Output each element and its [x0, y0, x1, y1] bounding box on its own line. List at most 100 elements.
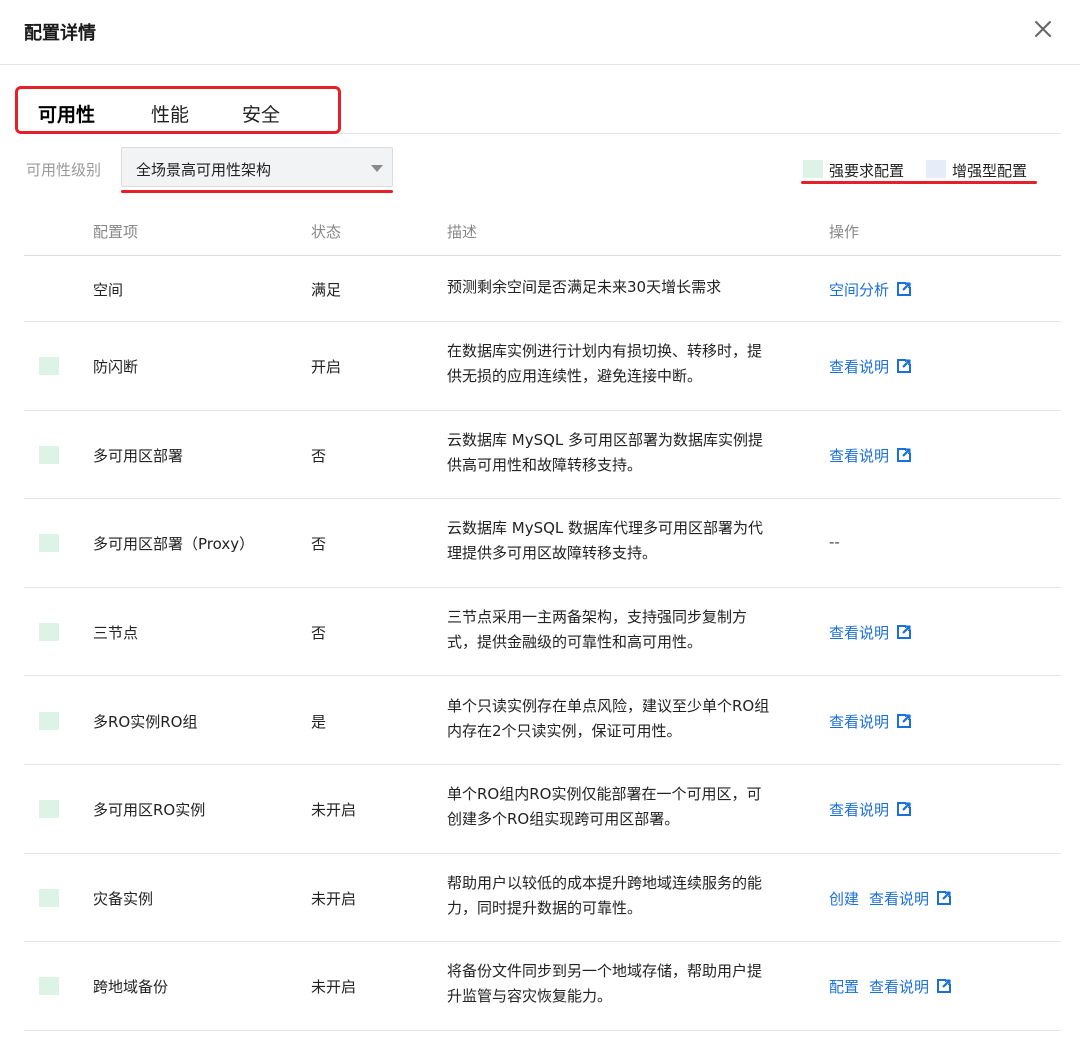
legend: 强要求配置 增强型配置 [0, 158, 1080, 180]
config-status: 否 [311, 624, 327, 643]
legend-swatch-enhanced [926, 160, 946, 178]
config-status: 是 [311, 712, 327, 731]
required-config-swatch [39, 711, 59, 730]
required-config-swatch [39, 977, 59, 996]
table-row: 三节点 否 三节点采用一主两备架构，支持强同步复制方 式，提供金融级的可靠性和高可用性… [24, 588, 1061, 677]
config-status: 未开启 [311, 801, 357, 820]
action-link[interactable]: 查看说明 [829, 801, 889, 819]
config-description: 云数据库 MySQL 多可用区部署为数据库实例提 供高可用性和故障转移支持。 [447, 428, 797, 478]
description-line: 升监管与容灾恢复能力。 [447, 987, 613, 1006]
required-config-swatch [39, 800, 59, 819]
external-link-icon[interactable] [897, 802, 912, 817]
dialog-header: 配置详情 [0, 0, 1080, 65]
column-header-action: 操作 [829, 223, 860, 241]
table-row: 跨地域备份 未开启 将备份文件同步到另一个地域存储，帮助用户提 升监管与容灾恢复能力。… [24, 942, 1061, 1031]
external-link-icon[interactable] [897, 447, 912, 462]
action-cell: 配置 查看说明 [829, 976, 952, 997]
tab-bar: 可用性 性能 安全 [24, 90, 1061, 134]
description-line: 云数据库 MySQL 多可用区部署为数据库实例提 [447, 430, 764, 449]
description-line: 供高可用性和故障转移支持。 [447, 455, 643, 474]
action-link[interactable]: 查看说明 [829, 447, 889, 465]
description-line: 预测剩余空间是否满足未来30天增长需求 [447, 277, 722, 296]
action-link[interactable]: 查看说明 [869, 978, 929, 996]
table-row: 多RO实例RO组 是 单个只读实例存在单点风险，建议至少单个RO组 内存在2个只读实例… [24, 676, 1061, 765]
config-status: 否 [311, 446, 327, 465]
select-highlight-underline [121, 190, 393, 193]
description-line: 三节点采用一主两备架构，支持强同步复制方 [447, 608, 748, 627]
action-cell: 查看说明 [829, 445, 912, 466]
external-link-icon[interactable] [937, 979, 952, 994]
legend-swatch-required [803, 160, 823, 178]
close-icon[interactable] [1030, 16, 1056, 42]
config-status: 开启 [311, 358, 342, 377]
table-row: 多可用区部署（Proxy） 否 云数据库 MySQL 数据库代理多可用区部署为代 理提… [24, 499, 1061, 588]
description-line: 供无损的应用连续性，避免连接中断。 [447, 367, 703, 386]
config-description: 预测剩余空间是否满足未来30天增长需求 [447, 275, 797, 300]
description-line: 力，同时提升数据的可靠性。 [447, 898, 643, 917]
legend-highlight-underline [801, 181, 1037, 184]
config-item-name: 多可用区部署 [93, 446, 184, 465]
table-row: 空间 满足 预测剩余空间是否满足未来30天增长需求 空间分析 [24, 256, 1061, 322]
action-link[interactable]: 查看说明 [829, 624, 889, 642]
config-status: 未开启 [311, 978, 357, 997]
config-status: 否 [311, 535, 327, 554]
tab-security[interactable]: 安全 [242, 100, 280, 127]
config-item-name: 灾备实例 [93, 889, 154, 908]
column-header-description: 描述 [447, 223, 478, 241]
table-row: 灾备实例 未开启 帮助用户以较低的成本提升跨地域连续服务的能 力，同时提升数据的可靠性… [24, 854, 1061, 943]
description-line: 云数据库 MySQL 数据库代理多可用区部署为代 [447, 519, 764, 538]
legend-label-required: 强要求配置 [829, 162, 905, 180]
action-cell: 查看说明 [829, 799, 912, 820]
description-line: 单个RO组内RO实例仅能部署在一个可用区，可 [447, 785, 762, 804]
required-config-swatch [39, 357, 59, 376]
tab-availability[interactable]: 可用性 [38, 100, 95, 127]
action-link[interactable]: 查看说明 [869, 890, 929, 908]
legend-label-enhanced: 增强型配置 [952, 162, 1028, 180]
config-description: 单个RO组内RO实例仅能部署在一个可用区，可 创建多个RO组实现跨可用区部署。 [447, 782, 797, 832]
config-description: 将备份文件同步到另一个地域存储，帮助用户提 升监管与容灾恢复能力。 [447, 959, 797, 1009]
action-link[interactable]: 空间分析 [829, 281, 889, 299]
config-description: 单个只读实例存在单点风险，建议至少单个RO组 内存在2个只读实例，保证可用性。 [447, 694, 797, 744]
description-line: 将备份文件同步到另一个地域存储，帮助用户提 [447, 962, 763, 981]
action-link[interactable]: 配置 [829, 978, 859, 996]
config-description: 三节点采用一主两备架构，支持强同步复制方 式，提供金融级的可靠性和高可用性。 [447, 605, 797, 655]
action-cell: 查看说明 [829, 711, 912, 732]
no-action-placeholder: -- [829, 533, 840, 552]
description-line: 单个只读实例存在单点风险，建议至少单个RO组 [447, 696, 770, 715]
config-description: 帮助用户以较低的成本提升跨地域连续服务的能 力，同时提升数据的可靠性。 [447, 871, 797, 921]
external-link-icon[interactable] [897, 359, 912, 374]
tab-performance[interactable]: 性能 [151, 100, 189, 127]
required-config-swatch [39, 445, 59, 464]
action-link[interactable]: 创建 [829, 890, 859, 908]
config-item-name: 跨地域备份 [93, 978, 169, 997]
dialog-title: 配置详情 [24, 23, 96, 44]
action-link[interactable]: 查看说明 [829, 358, 889, 376]
config-item-name: 三节点 [93, 624, 139, 643]
description-line: 在数据库实例进行计划内有损切换、转移时，提 [447, 342, 763, 361]
description-line: 内存在2个只读实例，保证可用性。 [447, 721, 682, 740]
external-link-icon[interactable] [937, 890, 952, 905]
external-link-icon[interactable] [897, 713, 912, 728]
description-line: 创建多个RO组实现跨可用区部署。 [447, 810, 680, 829]
required-config-swatch [39, 888, 59, 907]
table-row: 防闪断 开启 在数据库实例进行计划内有损切换、转移时，提 供无损的应用连续性，避免连接… [24, 322, 1061, 411]
config-description: 云数据库 MySQL 数据库代理多可用区部署为代 理提供多可用区故障转移支持。 [447, 516, 797, 566]
action-link[interactable]: 查看说明 [829, 713, 889, 731]
config-status: 满足 [311, 281, 342, 299]
action-cell: 空间分析 [829, 279, 912, 300]
external-link-icon[interactable] [897, 625, 912, 640]
description-line: 理提供多可用区故障转移支持。 [447, 544, 658, 563]
config-status: 未开启 [311, 889, 357, 908]
table-row: 多可用区RO实例 未开启 单个RO组内RO实例仅能部署在一个可用区，可 创建多个RO组… [24, 765, 1061, 854]
config-item-name: 防闪断 [93, 358, 139, 377]
config-item-name: 多可用区部署（Proxy） [93, 535, 255, 554]
required-config-swatch [39, 623, 59, 642]
action-cell: 查看说明 [829, 356, 912, 377]
config-item-name: 多RO实例RO组 [93, 712, 198, 731]
description-line: 式，提供金融级的可靠性和高可用性。 [447, 633, 703, 652]
config-item-name: 多可用区RO实例 [93, 801, 206, 820]
column-header-status: 状态 [311, 223, 342, 241]
action-cell: 查看说明 [829, 622, 912, 643]
external-link-icon[interactable] [897, 282, 912, 296]
description-line: 帮助用户以较低的成本提升跨地域连续服务的能 [447, 873, 763, 892]
